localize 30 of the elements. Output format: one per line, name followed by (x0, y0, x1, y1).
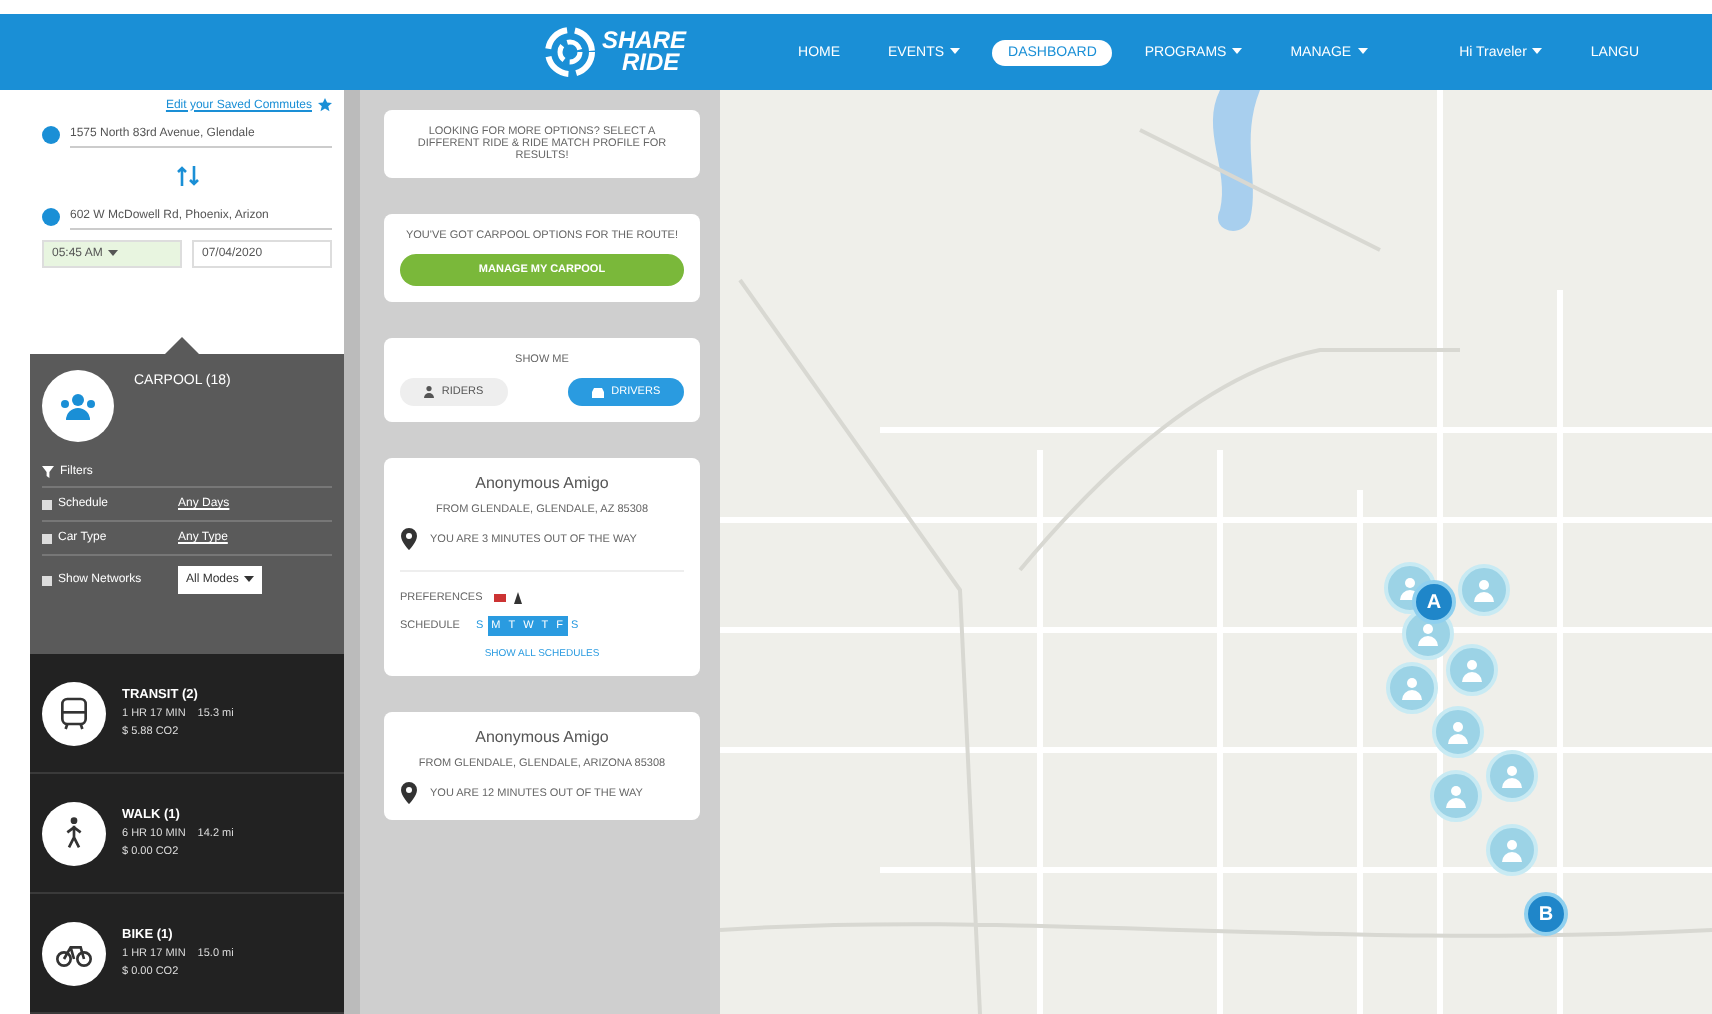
group-people-icon (58, 392, 98, 420)
filter-icon (42, 575, 52, 585)
scrollbar[interactable] (344, 90, 360, 1014)
match-name: Anonymous Amigo (475, 728, 609, 746)
person-pin-icon[interactable] (1486, 824, 1538, 876)
location-pin-icon (400, 528, 418, 550)
person-pin-icon[interactable] (1446, 644, 1498, 696)
logo-text: SHARE (602, 30, 687, 52)
person-pin-icon[interactable] (1486, 750, 1538, 802)
person-pin-icon[interactable] (1432, 706, 1484, 758)
filter-icon (42, 499, 52, 509)
person-pin-icon[interactable] (1458, 564, 1510, 616)
logo-text: RIDE (622, 52, 680, 74)
preference-icons (494, 592, 527, 604)
swirl-logo-icon (544, 26, 596, 78)
swap-arrows-icon[interactable] (175, 164, 199, 188)
person-icon (423, 386, 434, 398)
map[interactable]: A B (720, 90, 1712, 1014)
filter-icon (42, 466, 54, 478)
star-icon (318, 98, 332, 112)
caret-icon (244, 575, 255, 582)
origin-dot-icon (42, 126, 60, 144)
caret-icon (108, 249, 119, 256)
match-name: Anonymous Amigo (475, 474, 609, 492)
filter-icon (42, 533, 52, 543)
location-pin-icon (400, 782, 418, 804)
destination-dot-icon (42, 208, 60, 226)
person-pin-icon[interactable] (1386, 662, 1438, 714)
end-marker[interactable]: B (1524, 892, 1568, 936)
person-pin-icon[interactable] (1430, 770, 1482, 822)
